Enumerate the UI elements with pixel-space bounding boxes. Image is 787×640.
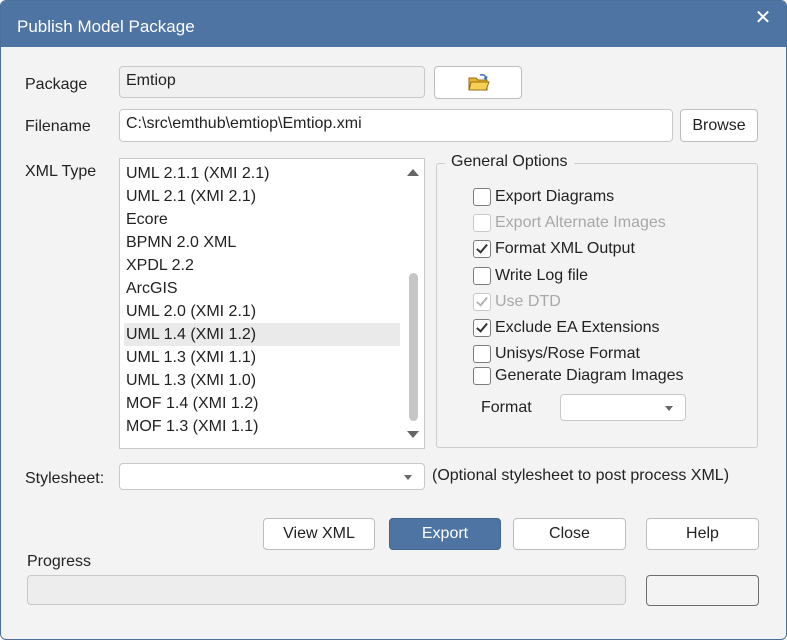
xml-type-item[interactable]: MOF 1.4 (XMI 1.2) bbox=[124, 392, 400, 415]
option-checkbox[interactable] bbox=[473, 367, 491, 385]
option-label: Unisys/Rose Format bbox=[495, 345, 640, 362]
close-button[interactable]: Close bbox=[513, 518, 626, 550]
help-button[interactable]: Help bbox=[646, 518, 759, 550]
checkmark-icon bbox=[476, 320, 488, 333]
option-label: Exclude EA Extensions bbox=[495, 319, 660, 336]
xml-type-listbox[interactable]: UML 2.1.1 (XMI 2.1) UML 2.1 (XMI 2.1) Ecor… bbox=[119, 158, 425, 449]
xml-type-item[interactable]: UML 1.4 (XMI 1.2) bbox=[124, 323, 400, 346]
format-dropdown[interactable] bbox=[560, 394, 686, 421]
scrollbar-thumb[interactable] bbox=[409, 273, 418, 421]
option-label: Export Diagrams bbox=[495, 188, 615, 205]
filename-label: Filename bbox=[25, 118, 91, 135]
stylesheet-hint: (Optional stylesheet to post process XML… bbox=[432, 467, 730, 484]
filename-value: C:\src\emthub\emtiop\Emtiop.xmi bbox=[126, 115, 362, 132]
publish-model-package-dialog: Publish Model Package ✕ Package Emtiop F… bbox=[0, 0, 787, 640]
dialog-title: Publish Model Package bbox=[17, 17, 195, 36]
xml-type-item[interactable]: XPDL 2.2 bbox=[124, 254, 400, 277]
option-label: Generate Diagram Images bbox=[495, 367, 684, 384]
option-label: Export Alternate Images bbox=[495, 214, 666, 231]
xml-type-item[interactable]: UML 1.3 (XMI 1.0) bbox=[124, 369, 400, 392]
option-checkbox bbox=[473, 214, 491, 232]
package-value: Emtiop bbox=[126, 72, 176, 89]
option-label: Write Log file bbox=[495, 267, 589, 284]
package-select-button[interactable] bbox=[434, 66, 522, 99]
option-checkbox[interactable] bbox=[473, 240, 491, 258]
close-icon[interactable]: ✕ bbox=[740, 1, 786, 35]
xml-type-item[interactable]: UML 2.1 (XMI 2.1) bbox=[124, 185, 400, 208]
checkmark-icon bbox=[476, 241, 488, 254]
xml-type-item[interactable]: Ecore bbox=[124, 208, 400, 231]
stylesheet-label: Stylesheet: bbox=[25, 470, 105, 487]
option-checkbox bbox=[473, 293, 491, 311]
option-checkbox[interactable] bbox=[473, 267, 491, 285]
xml-type-label: XML Type bbox=[25, 163, 97, 180]
scroll-down-arrow-icon[interactable] bbox=[407, 431, 419, 438]
xml-type-item[interactable]: BPMN 2.0 XML bbox=[124, 231, 400, 254]
progress-label: Progress bbox=[27, 553, 92, 570]
stylesheet-dropdown[interactable] bbox=[119, 463, 425, 490]
option-label: Format XML Output bbox=[495, 240, 635, 257]
browse-button[interactable]: Browse bbox=[680, 109, 758, 142]
format-label: Format bbox=[481, 399, 532, 416]
package-label: Package bbox=[25, 76, 88, 93]
xml-type-item[interactable]: UML 2.0 (XMI 2.1) bbox=[124, 300, 400, 323]
package-field: Emtiop bbox=[119, 66, 425, 98]
option-checkbox[interactable] bbox=[473, 345, 491, 363]
option-checkbox[interactable] bbox=[473, 188, 491, 206]
xml-type-item[interactable]: UML 1.3 (XMI 1.1) bbox=[124, 346, 400, 369]
option-label: Use DTD bbox=[495, 293, 561, 310]
folder-open-icon bbox=[468, 74, 490, 91]
xml-type-item[interactable]: MOF 1.3 (XMI 1.1) bbox=[124, 415, 400, 438]
progress-bar bbox=[27, 575, 626, 605]
xml-type-item[interactable]: UML 2.1.1 (XMI 2.1) bbox=[124, 162, 400, 185]
option-checkbox[interactable] bbox=[473, 319, 491, 337]
xml-type-scrollbar[interactable] bbox=[402, 159, 424, 448]
chevron-down-icon bbox=[665, 406, 673, 411]
scroll-up-arrow-icon[interactable] bbox=[407, 169, 419, 176]
filename-input[interactable]: C:\src\emthub\emtiop\Emtiop.xmi bbox=[119, 109, 673, 142]
title-bar: Publish Model Package ✕ bbox=[1, 1, 786, 47]
checkmark-icon bbox=[476, 294, 488, 307]
general-options-title: General Options bbox=[445, 152, 574, 172]
xml-type-item[interactable]: ArcGIS bbox=[124, 277, 400, 300]
progress-indicator-box bbox=[646, 575, 759, 606]
chevron-down-icon bbox=[404, 475, 412, 480]
export-button[interactable]: Export bbox=[389, 518, 501, 550]
view-xml-button[interactable]: View XML bbox=[263, 518, 375, 550]
